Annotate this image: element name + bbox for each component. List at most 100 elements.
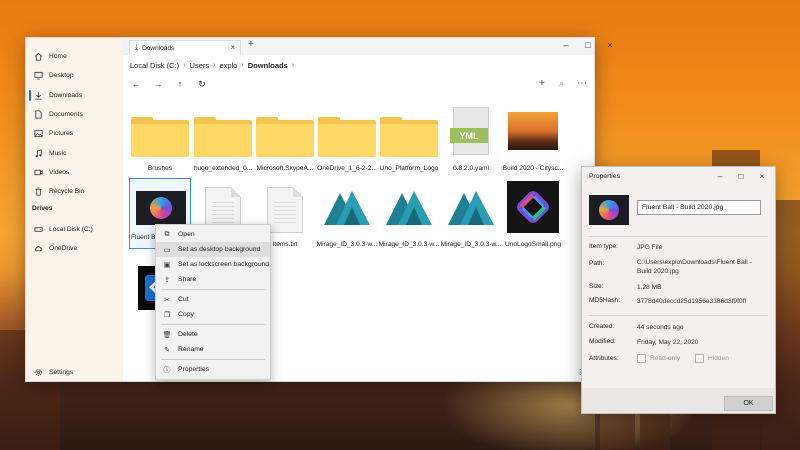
sidebar-item-videos[interactable]: Videos [34,165,118,179]
desktop-icon [34,71,43,80]
file-tile[interactable]: Build 2020 - Citysc... [502,102,564,182]
navigation-buttons: ← → ↑ ↻ [130,79,208,90]
menu-item-label: Copy [178,311,194,318]
file-name: Mirage_ID_3.0.3-w... [378,241,440,248]
file-tile[interactable]: hugo_extended_0... [192,102,254,182]
menu-item-open[interactable]: ⧉ Open [156,227,270,242]
ok-button[interactable]: OK [724,396,773,411]
cut-icon: ✂ [164,296,170,304]
menu-item-delete[interactable]: 🗑 Delete [156,327,270,342]
sidebar-item-documents[interactable]: Documents [34,107,118,121]
minimize-button[interactable]: – [714,171,726,181]
file-name: Mirage_ID_3.0.3-w... [440,241,502,248]
menu-separator [161,289,265,290]
menu-item-cut[interactable]: ✂ Cut [156,292,270,307]
more-options-icon[interactable]: ⋯ [577,78,587,89]
tab-title: Downloads [142,44,175,52]
file-tile[interactable]: UnoLogoSmall.png [502,178,564,258]
menu-item-rename[interactable]: ✎ Rename [156,342,270,357]
recycle-bin-icon [34,186,43,196]
breadcrumb-item[interactable]: explo [219,61,237,70]
context-menu: ⧉ Open ▭ Set as desktop background ▣ Set… [155,224,271,380]
sidebar-item-label: Documents [49,110,83,118]
menu-item-share[interactable]: ⇪ Share [156,272,270,287]
menu-item-properties[interactable]: ⓘ Properties [156,362,270,377]
menu-item-set-desktop-background[interactable]: ▭ Set as desktop background [156,242,270,257]
size-value: 1.28 MB [637,284,662,291]
sidebar-item-label: OneDrive [49,244,78,252]
download-icon: ⤓ [135,44,139,51]
sidebar-item-onedrive[interactable]: OneDrive [34,241,118,255]
minimize-button[interactable]: – [560,40,572,50]
refresh-icon[interactable]: ↻ [196,79,208,90]
hidden-checkbox[interactable] [695,354,704,363]
menu-item-label: Rename [178,346,204,353]
forward-arrow-icon[interactable]: → [152,79,164,90]
close-window-button[interactable]: × [756,171,768,181]
breadcrumb-current[interactable]: Downloads [248,61,288,70]
path-value-line2: Build 2020.jpg [637,268,679,275]
disk-icon [34,225,43,234]
maximize-button[interactable]: □ [582,40,594,50]
up-arrow-icon[interactable]: ↑ [174,79,186,90]
item-type-label: Item type: [589,243,618,250]
music-icon [34,148,43,158]
divider [589,236,768,237]
close-tab-icon[interactable]: × [230,43,235,52]
breadcrumb-item[interactable]: Local Disk (C:) [130,61,179,70]
add-icon[interactable]: + [539,78,545,89]
back-arrow-icon[interactable]: ← [130,79,142,90]
file-tile[interactable]: Brushes [129,102,191,182]
document-icon [34,109,43,119]
file-tile[interactable]: Microsoft.SkypeA... [254,102,316,182]
settings-button[interactable]: Settings [34,365,118,379]
copy-icon: ❐ [163,311,171,319]
delete-icon: 🗑 [162,331,172,339]
sidebar-item-label: Pictures [49,129,74,137]
sidebar-item-downloads[interactable]: Downloads [34,88,118,102]
menu-item-copy[interactable]: ❐ Copy [156,307,270,322]
maximize-button[interactable]: □ [735,171,747,181]
active-indicator [29,90,31,101]
file-tile[interactable]: YML 0.8.2.0.yaml [440,102,502,182]
yaml-badge: YML [450,128,488,143]
file-tile[interactable]: Mirage_ID_3.0.3-w... [316,178,378,258]
readonly-checkbox[interactable] [637,354,646,363]
sidebar-item-pictures[interactable]: Pictures [34,126,118,140]
menu-item-label: Set as lockscreen background [178,261,270,268]
sidebar-item-desktop[interactable]: Desktop [34,68,118,82]
sidebar-item-music[interactable]: Music [34,146,118,160]
file-name: Mirage_ID_3.0.3-w... [316,241,378,248]
menu-item-set-lockscreen-background[interactable]: ▣ Set as lockscreen background [156,257,270,272]
modified-value: Friday, May 22, 2020 [637,339,699,346]
sidebar-item-recycle-bin[interactable]: Recycle Bin [34,184,118,198]
sidebar-item-label: Recycle Bin [49,187,85,195]
file-tile[interactable]: Uno_Platform_Logo [378,102,440,182]
tab-downloads[interactable]: ⤓ Downloads × [129,40,241,55]
menu-separator [161,324,265,325]
file-name: hugo_extended_0... [193,165,253,172]
item-type-value: JPG File [637,244,663,251]
share-icon: ⇪ [164,276,170,284]
mirage-app-icon [318,178,376,236]
file-tile[interactable]: Mirage_ID_3.0.3-w... [440,178,502,258]
search-icon[interactable]: ⌕ [559,78,564,89]
sidebar-item-home[interactable]: Home [34,49,118,63]
file-tile[interactable]: OneDrive_1_6-2-2... [316,102,378,182]
created-label: Created: [589,323,615,330]
file-name-input[interactable]: Fluent Ball - Build 2020.jpg [637,200,761,215]
chevron-right-icon: › [183,62,186,69]
md5-label: MD5Hash: [589,297,621,304]
new-tab-button[interactable]: + [248,39,254,50]
pictures-icon [34,129,43,138]
file-name: OneDrive_1_6-2-2... [317,165,377,172]
close-window-button[interactable]: × [604,40,616,50]
file-tile[interactable]: Mirage_ID_3.0.3-w... [378,178,440,258]
file-name: Brushes [147,165,173,172]
breadcrumb-item[interactable]: Users [190,61,210,70]
attributes-label: Attributes: [589,355,619,362]
info-icon: ⓘ [163,366,171,374]
sidebar-item-local-disk[interactable]: Local Disk (C:) [34,222,118,236]
sidebar-item-label: Home [49,52,67,60]
chevron-right-icon: › [213,62,216,69]
